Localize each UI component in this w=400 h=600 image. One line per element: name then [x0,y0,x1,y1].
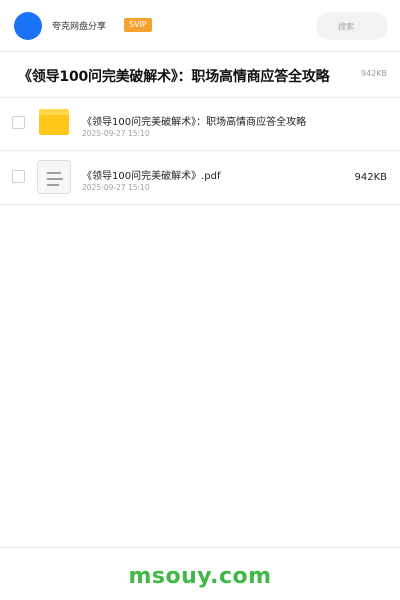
row-checkbox[interactable] [12,116,25,129]
document-icon [37,160,71,194]
file-size: 942KB [354,172,387,183]
folder-icon [39,109,69,135]
file-name[interactable]: 《领导100问完美破解术》.pdf [82,167,220,182]
file-row-pdf[interactable]: 《领导100问完美破解术》.pdf 2025-09-27 15:10 942KB [0,151,400,205]
total-size: 942KB [360,69,387,78]
site-watermark: msouy.com [128,564,272,589]
row-checkbox[interactable] [12,170,25,183]
top-header: 夸克网盘分享 SVIP [0,0,400,52]
avatar[interactable] [14,12,42,40]
file-date: 2025-09-27 15:10 [82,129,150,138]
share-title-bar: 《领导100问完美破解术》：职场高情商应答全攻略 942KB [0,52,400,98]
app-name: 夸克网盘分享 [52,22,107,32]
footer: msouy.com [0,547,400,600]
search-input[interactable] [316,12,388,40]
page-title: 《领导100问完美破解术》：职场高情商应答全攻略 [18,69,330,85]
file-date: 2025-09-27 15:10 [82,183,150,192]
file-name[interactable]: 《领导100问完美破解术》：职场高情商应答全攻略 [82,113,306,128]
file-row-folder[interactable]: 《领导100问完美破解术》：职场高情商应答全攻略 2025-09-27 15:1… [0,97,400,151]
svip-badge: SVIP [124,18,152,32]
